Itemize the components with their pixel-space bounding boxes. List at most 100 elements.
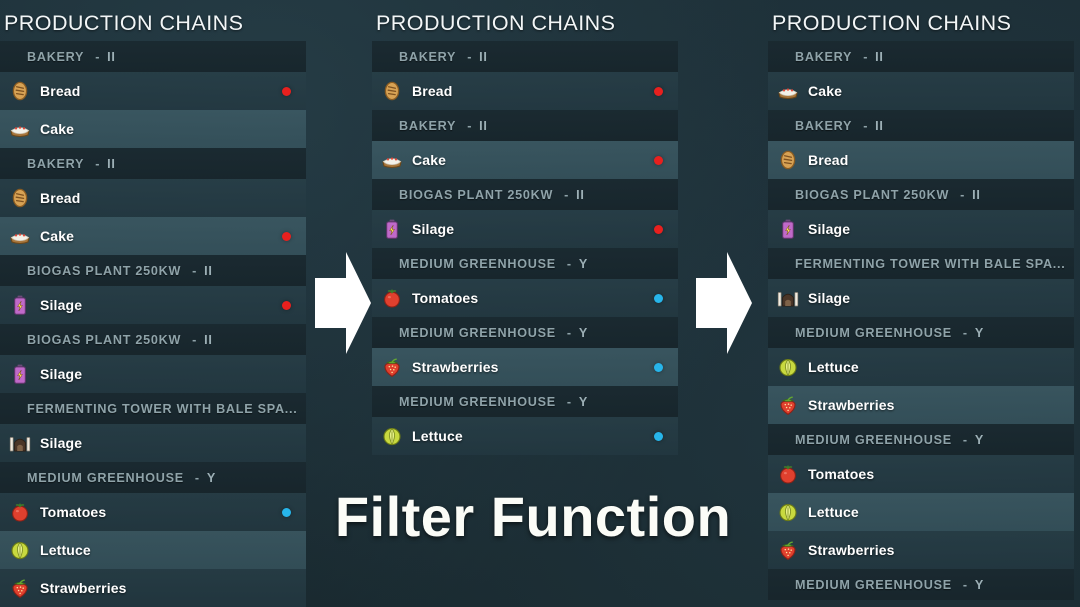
lettuce-icon: [777, 501, 799, 523]
group-slot-label: Y: [974, 432, 984, 447]
production-item-row[interactable]: Lettuce: [768, 493, 1074, 531]
strawberry-icon: [381, 356, 403, 378]
group-slot-label: II: [875, 118, 884, 133]
production-item-label: Tomatoes: [412, 290, 479, 306]
production-chain-list[interactable]: BAKERY - II Cake BAKERY - II Bread BIOGAS PLANT …: [768, 41, 1074, 600]
production-item-row[interactable]: Tomatoes: [768, 455, 1074, 493]
group-building-name: BAKERY: [795, 49, 853, 64]
production-item-row[interactable]: Cake: [372, 141, 678, 179]
production-item-row[interactable]: Silage: [0, 424, 306, 462]
production-status-dot: [654, 224, 663, 234]
production-item-label: Cake: [412, 152, 447, 168]
production-item-row[interactable]: Bread: [768, 141, 1074, 179]
production-item-row[interactable]: Lettuce: [768, 348, 1074, 386]
production-status-dot: [282, 86, 291, 96]
production-item-row[interactable]: Bread: [0, 72, 306, 110]
production-item-row[interactable]: Strawberries: [768, 531, 1074, 569]
production-item-row[interactable]: Strawberries: [372, 348, 678, 386]
group-building-name: BAKERY: [399, 118, 457, 133]
production-chain-list[interactable]: BAKERY - II Bread Cake BAKERY - II Bread Cake BIOG…: [0, 41, 306, 607]
production-chain-list[interactable]: BAKERY - II Bread BAKERY - II Cake BIOGAS PLANT …: [372, 41, 678, 455]
production-item-row[interactable]: Silage: [768, 279, 1074, 317]
group-building-name: MEDIUM GREENHOUSE: [795, 577, 952, 592]
production-status-dot: [654, 293, 663, 303]
production-item-label: Strawberries: [40, 580, 127, 596]
production-item-row[interactable]: Cake: [0, 217, 306, 255]
group-separator: -: [962, 577, 968, 592]
bread-icon: [381, 80, 403, 102]
tomato-icon: [9, 501, 31, 523]
production-group-header: BAKERY - II: [0, 41, 306, 72]
production-item-row[interactable]: Cake: [0, 110, 306, 148]
silage-bottle-icon: [9, 363, 31, 385]
production-group-header: BAKERY - II: [372, 41, 678, 72]
group-building-name: BIOGAS PLANT 250KW: [795, 187, 950, 202]
production-group-header: MEDIUM GREENHOUSE - Y: [768, 317, 1074, 348]
production-item-label: Silage: [412, 221, 455, 237]
production-item-row[interactable]: Silage: [372, 210, 678, 248]
page-title: PRODUCTION CHAINS: [4, 11, 244, 35]
production-group-header: FERMENTING TOWER WITH BALE SPA...: [768, 248, 1074, 279]
production-item-row[interactable]: Bread: [372, 72, 678, 110]
page-title: PRODUCTION CHAINS: [772, 11, 1012, 35]
production-item-row[interactable]: Strawberries: [768, 386, 1074, 424]
group-slot-label: Y: [578, 256, 588, 271]
production-item-row[interactable]: Silage: [0, 286, 306, 324]
group-building-name: BAKERY: [399, 49, 457, 64]
production-item-label: Lettuce: [412, 428, 463, 444]
production-item-row[interactable]: Cake: [768, 72, 1074, 110]
filter-arrow-2-icon: [694, 250, 754, 356]
production-item-label: Silage: [40, 297, 83, 313]
lettuce-icon: [9, 539, 31, 561]
production-chains-panel-filtered-1: PRODUCTION CHAINS BAKERY - II Bread BAKERY - I…: [372, 0, 678, 455]
silage-bottle-icon: [777, 218, 799, 240]
group-separator: -: [95, 156, 101, 171]
group-separator: -: [863, 118, 869, 133]
group-separator: -: [566, 394, 572, 409]
production-item-row[interactable]: Lettuce: [0, 531, 306, 569]
production-item-row[interactable]: Lettuce: [372, 417, 678, 455]
production-item-label: Strawberries: [412, 359, 499, 375]
group-building-name: MEDIUM GREENHOUSE: [399, 394, 556, 409]
production-item-label: Bread: [40, 83, 81, 99]
group-separator: -: [863, 49, 869, 64]
production-item-label: Silage: [40, 366, 83, 382]
production-item-label: Cake: [40, 228, 75, 244]
bread-icon: [9, 187, 31, 209]
production-item-label: Bread: [40, 190, 81, 206]
production-group-header: BAKERY - II: [372, 110, 678, 141]
production-item-row[interactable]: Strawberries: [0, 569, 306, 607]
silage-bottle-icon: [381, 218, 403, 240]
strawberry-icon: [777, 394, 799, 416]
group-building-name: MEDIUM GREENHOUSE: [27, 470, 184, 485]
group-separator: -: [962, 432, 968, 447]
production-item-row[interactable]: Bread: [0, 179, 306, 217]
production-item-label: Cake: [808, 83, 843, 99]
production-group-header: BAKERY - II: [0, 148, 306, 179]
cake-icon: [777, 80, 799, 102]
production-item-row[interactable]: Tomatoes: [372, 279, 678, 317]
fermenting-tower-icon: [9, 432, 31, 454]
group-building-name: MEDIUM GREENHOUSE: [795, 432, 952, 447]
cake-icon: [9, 225, 31, 247]
screenshot-stage: PRODUCTION CHAINS BAKERY - II Bread Cake BAKE…: [0, 0, 1080, 607]
group-building-name: BIOGAS PLANT 250KW: [27, 263, 182, 278]
production-item-row[interactable]: Silage: [768, 210, 1074, 248]
production-group-header: BIOGAS PLANT 250KW - II: [0, 324, 306, 355]
production-item-row[interactable]: Tomatoes: [0, 493, 306, 531]
production-group-header: FERMENTING TOWER WITH BALE SPA...: [0, 393, 306, 424]
production-status-dot: [282, 300, 291, 310]
group-separator: -: [960, 187, 966, 202]
group-slot-label: II: [204, 332, 213, 347]
tomato-icon: [381, 287, 403, 309]
group-separator: -: [962, 325, 968, 340]
cake-icon: [9, 118, 31, 140]
lettuce-icon: [381, 425, 403, 447]
group-separator: -: [467, 118, 473, 133]
group-slot-label: II: [479, 118, 488, 133]
production-group-header: BIOGAS PLANT 250KW - II: [768, 179, 1074, 210]
production-item-row[interactable]: Silage: [0, 355, 306, 393]
production-item-label: Lettuce: [40, 542, 91, 558]
silage-bottle-icon: [9, 294, 31, 316]
production-item-label: Silage: [808, 221, 851, 237]
